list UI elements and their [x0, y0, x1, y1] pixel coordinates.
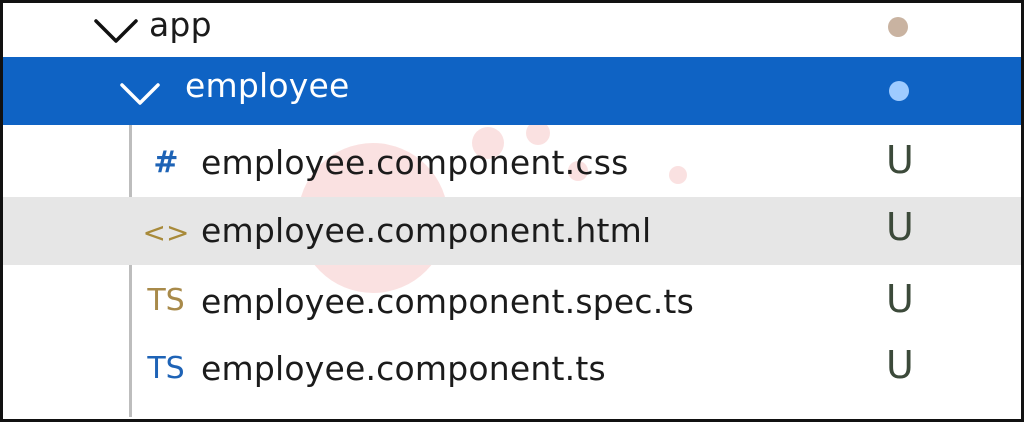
html-code-icon: <> — [142, 216, 190, 249]
untracked-status: U — [886, 138, 914, 182]
folder-label-app: app — [149, 5, 212, 44]
chevron-down-icon — [120, 83, 160, 105]
file-label-html: employee.component.html — [201, 211, 652, 250]
file-row-ts[interactable]: TS employee.component.ts U — [3, 335, 1021, 405]
chevron-down-icon — [94, 19, 138, 43]
untracked-status: U — [886, 343, 914, 387]
file-explorer-panel: app employee # employee.component.css U … — [0, 0, 1024, 422]
folder-row-app[interactable]: app — [3, 3, 1021, 55]
file-row-spec-ts[interactable]: TS employee.component.spec.ts U — [3, 265, 1021, 337]
file-label-css: employee.component.css — [201, 143, 629, 182]
untracked-status: U — [886, 277, 914, 321]
file-row-html[interactable]: <> employee.component.html U — [3, 197, 1021, 265]
folder-row-employee[interactable]: employee — [3, 57, 1021, 125]
css-hash-icon: # — [153, 145, 179, 180]
untracked-status: U — [886, 205, 914, 249]
file-label-ts: employee.component.ts — [201, 349, 606, 388]
ts-icon: TS — [147, 351, 185, 386]
folder-status-dot — [888, 17, 908, 37]
folder-status-dot — [889, 81, 909, 101]
folder-label-employee: employee — [185, 66, 350, 105]
file-label-spec-ts: employee.component.spec.ts — [201, 282, 694, 321]
file-row-css[interactable]: # employee.component.css U — [3, 128, 1021, 198]
ts-spec-icon: TS — [147, 283, 185, 318]
